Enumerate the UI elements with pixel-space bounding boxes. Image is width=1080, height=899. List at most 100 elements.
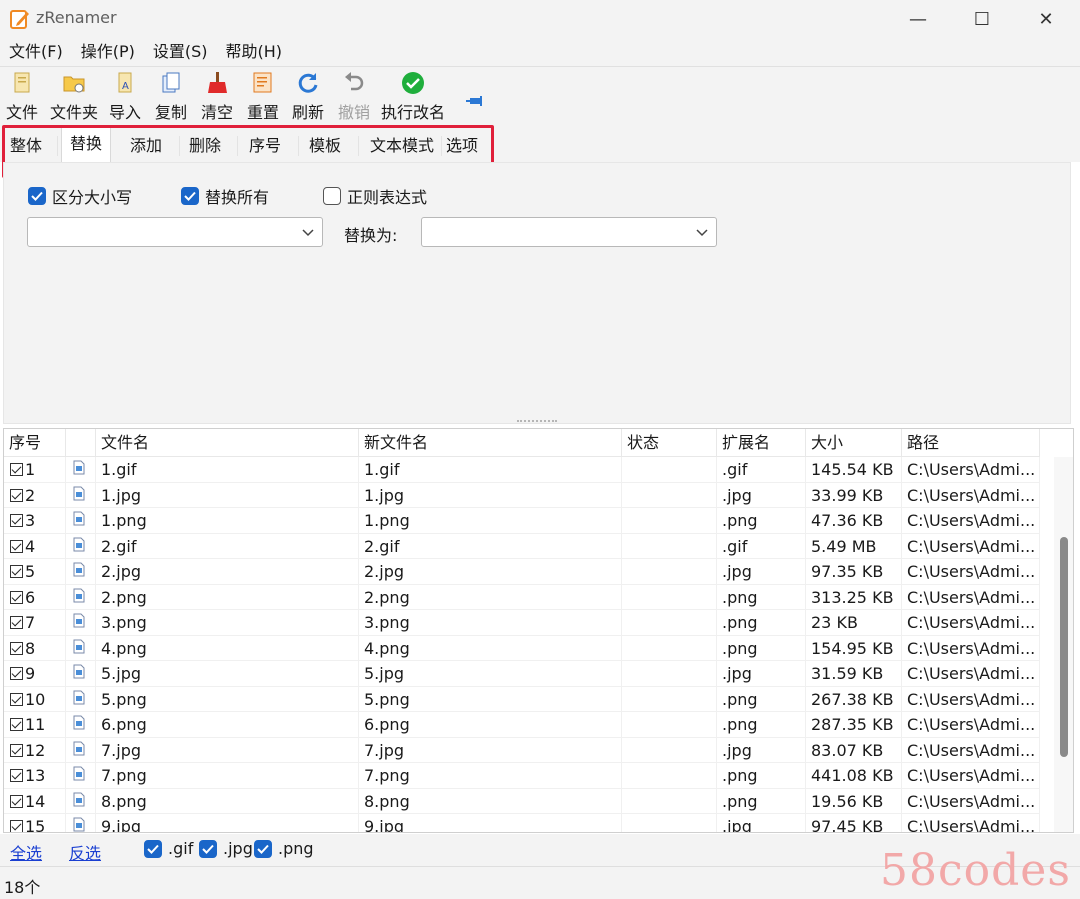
image-file-icon [73,817,85,832]
table-row[interactable]: 73.png3.png.png23 KBC:\Users\Admi... [4,610,1040,636]
chevron-down-icon [302,225,314,239]
table-row[interactable]: 95.jpg5.jpg.jpg31.59 KBC:\Users\Admi... [4,661,1040,687]
clear-button[interactable]: 清空 [201,71,233,123]
cell-new-filename: 4.png [359,636,622,662]
row-number: 2 [25,486,35,505]
row-checkbox[interactable] [10,693,23,706]
refresh-button[interactable]: 刷新 [292,71,324,123]
row-checkbox[interactable] [10,744,23,757]
table-row[interactable]: 159.jpg9.jpg.jpg97.45 KBC:\Users\Admi... [4,814,1040,833]
row-checkbox[interactable] [10,667,23,680]
row-checkbox[interactable] [10,642,23,655]
table-row[interactable]: 105.png5.png.png267.38 KBC:\Users\Admi..… [4,687,1040,713]
menu-operation[interactable]: 操作(P) [72,38,144,66]
maximize-button[interactable]: ☐ [950,0,1014,38]
cell-icon [66,763,96,789]
reset-button[interactable]: 重置 [247,71,279,123]
folder-add-icon [62,71,86,95]
add-folder-button[interactable]: 文件夹 [50,71,98,123]
table-row[interactable]: 21.jpg1.jpg.jpg33.99 KBC:\Users\Admi... [4,483,1040,509]
table-row[interactable]: 137.png7.png.png441.08 KBC:\Users\Admi..… [4,763,1040,789]
row-checkbox[interactable] [10,463,23,476]
cell-extension: .png [717,610,806,636]
table-row[interactable]: 127.jpg7.jpg.jpg83.07 KBC:\Users\Admi... [4,738,1040,764]
filter-gif-checkbox[interactable]: .gif [144,839,193,858]
row-number: 7 [25,613,35,632]
column-header-extension[interactable]: 扩展名 [717,429,806,457]
column-header-filename[interactable]: 文件名 [96,429,359,457]
row-checkbox[interactable] [10,565,23,578]
row-checkbox[interactable] [10,489,23,502]
replace-all-checkbox[interactable]: 替换所有 [181,184,269,208]
row-checkbox[interactable] [10,718,23,731]
row-checkbox[interactable] [10,820,23,833]
cell-extension: .jpg [717,559,806,585]
cell-path: C:\Users\Admi... [902,661,1040,687]
find-text-combo[interactable] [27,217,323,247]
column-header-icon[interactable] [66,429,96,457]
scrollbar-thumb[interactable] [1060,537,1068,757]
tab-replace[interactable]: 替换 [61,127,111,163]
row-checkbox[interactable] [10,540,23,553]
execute-rename-button[interactable]: 执行改名 [381,71,445,123]
table-row[interactable]: 52.jpg2.jpg.jpg97.35 KBC:\Users\Admi... [4,559,1040,585]
menu-settings[interactable]: 设置(S) [144,38,217,66]
case-sensitive-checkbox[interactable]: 区分大小写 [28,184,132,208]
column-header-new-filename[interactable]: 新文件名 [359,429,622,457]
replace-text-combo[interactable] [421,217,717,247]
cell-status [622,738,717,764]
table-row[interactable]: 148.png8.png.png19.56 KBC:\Users\Admi... [4,789,1040,815]
table-row[interactable]: 11.gif1.gif.gif145.54 KBC:\Users\Admi... [4,457,1040,483]
menu-file[interactable]: 文件(F) [0,38,72,66]
filter-jpg-checkbox[interactable]: .jpg [199,839,253,858]
tab-options[interactable]: 选项 [438,130,486,162]
app-logo-icon [9,8,31,30]
cell-icon [66,585,96,611]
row-checkbox[interactable] [10,769,23,782]
row-checkbox[interactable] [10,616,23,629]
select-all-link[interactable]: 全选 [10,840,42,864]
menu-help[interactable]: 帮助(H) [217,38,292,66]
undo-button[interactable]: 撤销 [338,71,370,123]
image-file-icon [73,511,85,526]
table-row[interactable]: 31.png1.png.png47.36 KBC:\Users\Admi... [4,508,1040,534]
toolbar: 文件 文件夹 A 导入 复制 清空 重置 刷新 撤销 执行改名 [0,66,1080,124]
table-row[interactable]: 42.gif2.gif.gif5.49 MBC:\Users\Admi... [4,534,1040,560]
tab-text-mode[interactable]: 文本模式 [362,130,442,162]
import-button[interactable]: A 导入 [109,71,141,123]
invert-selection-link[interactable]: 反选 [69,840,101,864]
minimize-button[interactable]: — [886,0,950,38]
tab-delete[interactable]: 删除 [181,130,229,162]
checkbox-checked-icon [144,840,162,858]
regex-checkbox[interactable]: 正则表达式 [323,184,427,208]
row-checkbox[interactable] [10,795,23,808]
cell-path: C:\Users\Admi... [902,559,1040,585]
table-row[interactable]: 116.png6.png.png287.35 KBC:\Users\Admi..… [4,712,1040,738]
row-checkbox[interactable] [10,591,23,604]
cell-extension: .png [717,789,806,815]
tab-template[interactable]: 模板 [301,130,349,162]
vertical-scrollbar[interactable] [1054,457,1074,833]
file-table: 序号 文件名 新文件名 状态 扩展名 大小 路径 11.gif1.gif.gif… [3,428,1074,833]
tab-sequence[interactable]: 序号 [241,130,289,162]
tab-overall[interactable]: 整体 [2,130,50,162]
column-header-status[interactable]: 状态 [622,429,717,457]
filter-png-checkbox[interactable]: .png [254,839,314,858]
cell-number: 6 [4,585,66,611]
cell-size: 31.59 KB [806,661,902,687]
column-header-size[interactable]: 大小 [806,429,902,457]
row-checkbox[interactable] [10,514,23,527]
column-header-number[interactable]: 序号 [4,429,66,457]
reset-icon [251,71,275,95]
splitter-handle[interactable] [517,420,557,424]
column-header-path[interactable]: 路径 [902,429,1040,457]
copy-button[interactable]: 复制 [155,71,187,123]
tab-add[interactable]: 添加 [122,130,170,162]
table-row[interactable]: 62.png2.png.png313.25 KBC:\Users\Admi... [4,585,1040,611]
table-row[interactable]: 84.png4.png.png154.95 KBC:\Users\Admi... [4,636,1040,662]
chevron-down-icon [696,225,708,239]
add-file-button[interactable]: 文件 [6,71,38,123]
image-file-icon [73,588,85,603]
cell-path: C:\Users\Admi... [902,508,1040,534]
close-button[interactable]: ✕ [1014,0,1078,38]
